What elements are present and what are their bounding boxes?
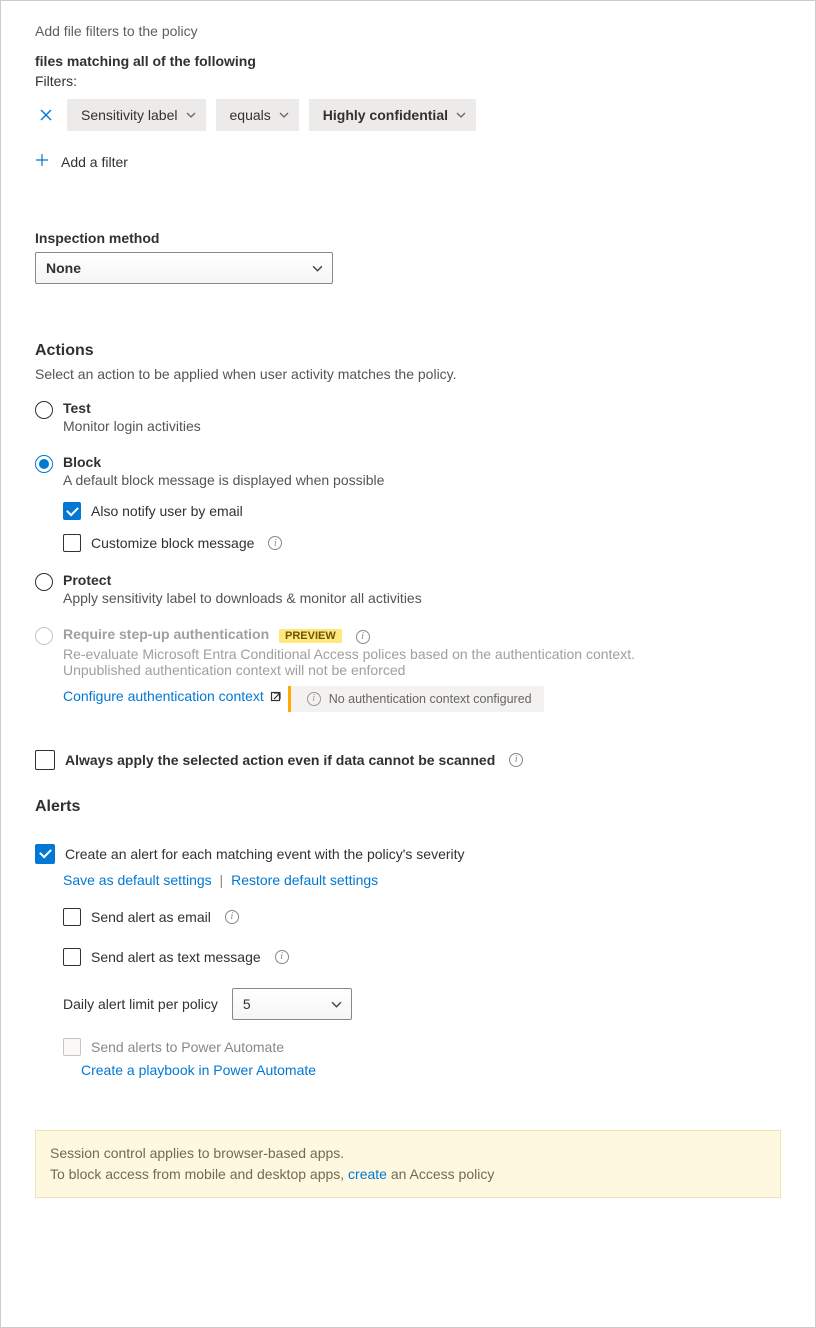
filter-field-dropdown[interactable]: Sensitivity label [67,99,206,131]
customize-message-checkbox[interactable] [63,534,81,552]
action-block-sub: A default block message is displayed whe… [63,472,384,488]
create-alert-checkbox[interactable] [35,844,55,864]
action-protect-radio[interactable] [35,573,53,591]
create-alert-label: Create an alert for each matching event … [65,846,465,862]
always-apply-label: Always apply the selected action even if… [65,752,495,768]
configure-auth-context-link[interactable]: Configure authentication context [63,688,284,704]
alert-suboptions: Save as default settings | Restore defau… [63,872,781,1078]
add-filter-button[interactable]: Add a filter [35,153,128,170]
info-icon[interactable]: i [268,536,282,550]
always-apply-checkbox[interactable] [35,750,55,770]
filters-section: files matching all of the following Filt… [35,53,781,170]
no-auth-context-warning: i No authentication context configured [288,686,544,712]
notify-email-checkbox[interactable] [63,502,81,520]
alerts-section: Alerts Create an alert for each matching… [35,798,781,1078]
filter-operator-label: equals [230,107,271,123]
footer-line2a: To block access from mobile and desktop … [50,1166,348,1182]
info-icon[interactable]: i [356,630,370,644]
filter-value-dropdown[interactable]: Highly confidential [309,99,476,131]
preview-badge: PREVIEW [279,629,342,643]
create-playbook-link[interactable]: Create a playbook in Power Automate [81,1062,316,1078]
add-filter-label: Add a filter [61,154,128,170]
footer-line2b: an Access policy [387,1166,494,1182]
action-stepup-sub: Re-evaluate Microsoft Entra Conditional … [63,646,703,678]
session-control-note: Session control applies to browser-based… [35,1130,781,1198]
actions-title: Actions [35,342,781,360]
daily-limit-label: Daily alert limit per policy [63,996,218,1012]
action-test-radio[interactable] [35,401,53,419]
info-icon: i [307,692,321,706]
info-icon[interactable]: i [509,753,523,767]
chevron-down-icon [312,263,322,273]
inspection-method-section: Inspection method None [35,230,781,284]
link-separator: | [220,872,224,888]
chevron-down-icon [186,110,196,120]
send-email-checkbox[interactable] [63,908,81,926]
filter-operator-dropdown[interactable]: equals [216,99,299,131]
alerts-title: Alerts [35,798,781,816]
actions-section: Actions Select an action to be applied w… [35,342,781,770]
daily-limit-value: 5 [243,996,251,1012]
action-test-sub: Monitor login activities [63,418,201,434]
add-file-filters-header: Add file filters to the policy [35,23,781,39]
no-auth-context-text: No authentication context configured [329,692,532,706]
customize-message-label: Customize block message [91,535,254,551]
external-link-icon [270,689,284,703]
matching-title: files matching all of the following [35,53,781,69]
plus-icon [35,153,49,170]
block-suboptions: Also notify user by email Customize bloc… [63,502,781,552]
restore-default-link[interactable]: Restore default settings [231,872,378,888]
filter-field-label: Sensitivity label [81,107,178,123]
send-email-label: Send alert as email [91,909,211,925]
action-block-radio[interactable] [35,455,53,473]
action-protect-block: Protect Apply sensitivity label to downl… [35,572,781,606]
action-stepup-block: Require step-up authentication PREVIEW i… [35,626,781,712]
actions-desc: Select an action to be applied when user… [35,366,781,382]
notify-email-label: Also notify user by email [91,503,243,519]
remove-filter-icon[interactable] [35,104,57,126]
filter-value-label: Highly confidential [323,107,448,123]
power-automate-checkbox [63,1038,81,1056]
action-protect-title: Protect [63,572,422,588]
action-test-block: Test Monitor login activities [35,400,781,434]
action-stepup-title: Require step-up authentication [63,626,269,642]
daily-limit-select[interactable]: 5 [232,988,352,1020]
power-automate-label: Send alerts to Power Automate [91,1039,284,1055]
send-sms-label: Send alert as text message [91,949,261,965]
send-sms-checkbox[interactable] [63,948,81,966]
action-test-title: Test [63,400,201,416]
inspection-method-label: Inspection method [35,230,781,246]
action-stepup-radio [35,627,53,645]
info-icon[interactable]: i [275,950,289,964]
action-block-title: Block [63,454,384,470]
save-default-link[interactable]: Save as default settings [63,872,212,888]
action-protect-sub: Apply sensitivity label to downloads & m… [63,590,422,606]
filters-label: Filters: [35,73,781,89]
chevron-down-icon [331,999,341,1009]
configure-auth-context-text: Configure authentication context [63,688,264,704]
chevron-down-icon [279,110,289,120]
footer-line1: Session control applies to browser-based… [50,1143,766,1164]
footer-create-link[interactable]: create [348,1166,387,1182]
inspection-method-select[interactable]: None [35,252,333,284]
chevron-down-icon [456,110,466,120]
policy-settings-panel: Add file filters to the policy files mat… [0,0,816,1328]
filter-row: Sensitivity label equals Highly confiden… [35,99,781,131]
info-icon[interactable]: i [225,910,239,924]
inspection-method-value: None [46,260,81,276]
action-block-block: Block A default block message is display… [35,454,781,552]
